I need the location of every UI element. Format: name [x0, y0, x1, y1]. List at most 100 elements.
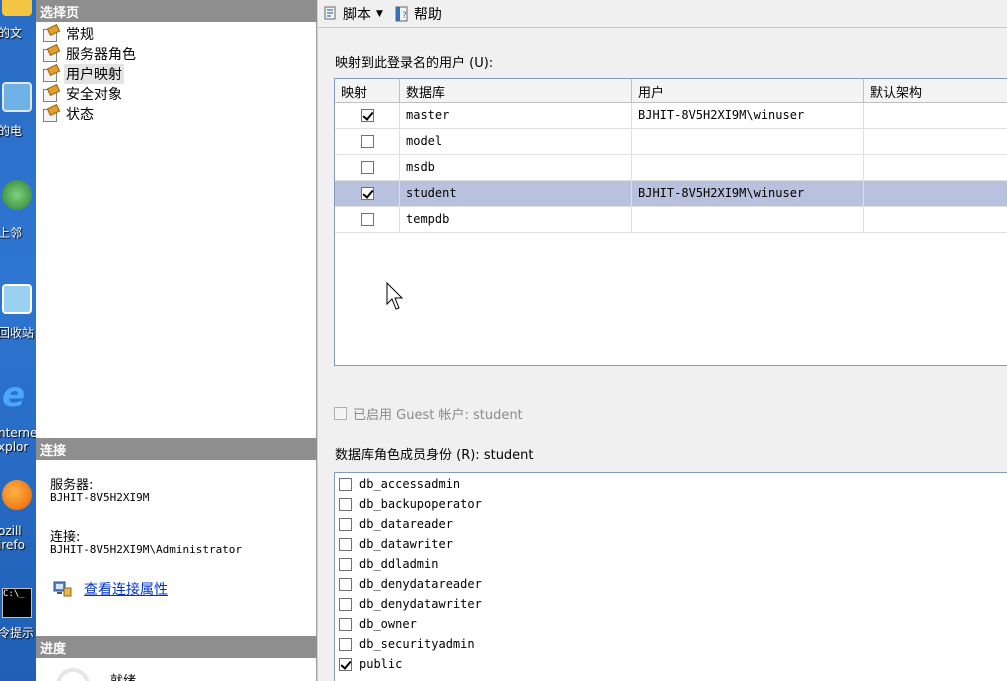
page-icon — [42, 106, 60, 122]
user-mapping-grid[interactable]: 映射 数据库 用户 默认架构 master BJHIT-8V5H2XI9M\win… — [334, 78, 1007, 366]
nav-item-general[interactable]: 常规 — [42, 24, 96, 44]
role-name: db_denydatawriter — [359, 597, 482, 611]
role-name: db_owner — [359, 617, 417, 631]
help-button[interactable]: ? 帮助 — [393, 4, 442, 24]
role-item-db_ddladmin[interactable]: db_ddladmin — [339, 554, 438, 574]
toolbar: 脚本 ▼ ? 帮助 — [318, 0, 1007, 28]
role-item-db_owner[interactable]: db_owner — [339, 614, 417, 634]
schema-cell[interactable] — [864, 129, 1007, 155]
role-item-db_denydatawriter[interactable]: db_denydatawriter — [339, 594, 482, 614]
right-pane: 脚本 ▼ ? 帮助 映射到此登录名的用户 (U): 映射 数据库 用户 默认架构… — [318, 0, 1007, 681]
left-pane: 选择页 常规 服务器角色 用户映射 安全对象 状态 连接 服务器: BJHIT-… — [36, 0, 317, 681]
role-item-db_backupoperator[interactable]: db_backupoperator — [339, 494, 482, 514]
role-name: db_securityadmin — [359, 637, 475, 651]
help-label: 帮助 — [413, 6, 442, 23]
role-item-db_accessadmin[interactable]: db_accessadmin — [339, 474, 460, 494]
grid-row-msdb[interactable]: msdb — [335, 155, 1007, 181]
user-mapping-label: 映射到此登录名的用户 (U): — [335, 56, 494, 71]
nav-item-label: 用户映射 — [64, 64, 124, 84]
desktop-icon-label: 上邻 — [0, 226, 23, 240]
schema-cell[interactable] — [864, 103, 1007, 129]
role-checkbox[interactable] — [339, 637, 352, 651]
dropdown-arrow-icon[interactable]: ▼ — [376, 9, 383, 19]
role-item-db_datawriter[interactable]: db_datawriter — [339, 534, 453, 554]
grid-row-student[interactable]: student BJHIT-8V5H2XI9M\winuser — [335, 181, 1007, 207]
folder-icon — [2, 0, 32, 16]
page-icon — [42, 66, 60, 82]
grid-row-model[interactable]: model — [335, 129, 1007, 155]
desktop-strip: 的文 的电 上邻 回收站 e nternet xplor ozill irefo… — [0, 0, 36, 681]
page-icon — [42, 26, 60, 42]
database-cell[interactable]: master — [400, 103, 632, 129]
role-name: db_datareader — [359, 517, 453, 531]
role-item-db_securityadmin[interactable]: db_securityadmin — [339, 634, 475, 654]
user-cell[interactable] — [632, 129, 864, 155]
user-cell[interactable] — [632, 155, 864, 181]
help-icon: ? — [395, 6, 408, 21]
desktop-icon-label: 令提示 — [0, 626, 35, 640]
nav-item-securables[interactable]: 安全对象 — [42, 84, 124, 104]
guest-enabled-checkbox[interactable] — [334, 407, 347, 420]
role-membership-label: 数据库角色成员身份 (R): student — [335, 448, 534, 463]
role-name: public — [359, 657, 403, 671]
script-button[interactable]: 脚本 ▼ — [322, 4, 383, 24]
desktop-icon-label: ozill irefo — [0, 524, 25, 552]
nav-item-user-mapping[interactable]: 用户映射 — [42, 64, 124, 84]
user-cell[interactable]: BJHIT-8V5H2XI9M\winuser — [632, 103, 864, 129]
column-header-database[interactable]: 数据库 — [400, 79, 632, 103]
role-checkbox[interactable] — [339, 477, 352, 491]
role-item-db_denydatareader[interactable]: db_denydatareader — [339, 574, 482, 594]
role-checkbox[interactable] — [339, 597, 352, 611]
nav-item-label: 服务器角色 — [66, 47, 136, 63]
progress-header: 进度 — [36, 636, 317, 658]
desktop-icon-label: 的电 — [0, 124, 23, 138]
recycle-bin-icon — [2, 284, 32, 314]
script-label: 脚本 — [343, 6, 371, 23]
role-item-db_datareader[interactable]: db_datareader — [339, 514, 453, 534]
progress-status: 就绪 — [110, 670, 136, 681]
database-cell[interactable]: msdb — [400, 155, 632, 181]
computer-icon — [2, 82, 32, 112]
nav-item-label: 状态 — [66, 107, 94, 123]
select-page-header: 选择页 — [36, 0, 317, 22]
role-checkbox[interactable] — [339, 657, 352, 671]
nav-item-label: 常规 — [66, 27, 94, 43]
role-name: db_backupoperator — [359, 497, 482, 511]
role-checkbox[interactable] — [339, 577, 352, 591]
role-checkbox[interactable] — [339, 517, 352, 531]
user-cell[interactable]: BJHIT-8V5H2XI9M\winuser — [632, 181, 864, 207]
grid-row-header-strip — [335, 103, 400, 259]
role-name: db_datawriter — [359, 537, 453, 551]
desktop-icon-label: 回收站 — [0, 326, 35, 340]
schema-cell[interactable] — [864, 207, 1007, 233]
role-item-public[interactable]: public — [339, 654, 402, 674]
role-checkbox[interactable] — [339, 497, 352, 511]
role-checkbox[interactable] — [339, 557, 352, 571]
column-header-map[interactable]: 映射 — [335, 79, 400, 103]
view-connection-properties-link[interactable]: 查看连接属性 — [84, 579, 168, 599]
nav-item-status[interactable]: 状态 — [42, 104, 96, 124]
role-membership-list[interactable]: db_accessadmin db_backupoperator db_datare… — [334, 472, 1007, 681]
role-checkbox[interactable] — [339, 537, 352, 551]
grid-row-master[interactable]: master BJHIT-8V5H2XI9M\winuser — [335, 103, 1007, 129]
column-header-default-schema[interactable]: 默认架构 — [864, 79, 1007, 103]
nav-item-server-roles[interactable]: 服务器角色 — [42, 44, 138, 64]
mouse-cursor-icon — [386, 282, 404, 310]
user-cell[interactable] — [632, 207, 864, 233]
role-checkbox[interactable] — [339, 617, 352, 631]
database-cell[interactable]: model — [400, 129, 632, 155]
server-value: BJHIT-8V5H2XI9M — [50, 491, 150, 504]
database-cell[interactable]: tempdb — [400, 207, 632, 233]
column-header-user[interactable]: 用户 — [632, 79, 864, 103]
grid-row-tempdb[interactable]: tempdb — [335, 207, 1007, 233]
network-icon — [2, 180, 32, 210]
schema-cell[interactable] — [864, 181, 1007, 207]
connection-value: BJHIT-8V5H2XI9M\Administrator — [50, 543, 243, 556]
guest-enabled-label: 已启用 Guest 帐户: student — [353, 408, 523, 423]
svg-text:?: ? — [402, 11, 407, 21]
command-prompt-icon: C:\_ — [2, 588, 32, 618]
database-cell[interactable]: student — [400, 181, 632, 207]
page-icon — [42, 46, 60, 62]
connection-properties-icon — [53, 581, 72, 597]
schema-cell[interactable] — [864, 155, 1007, 181]
